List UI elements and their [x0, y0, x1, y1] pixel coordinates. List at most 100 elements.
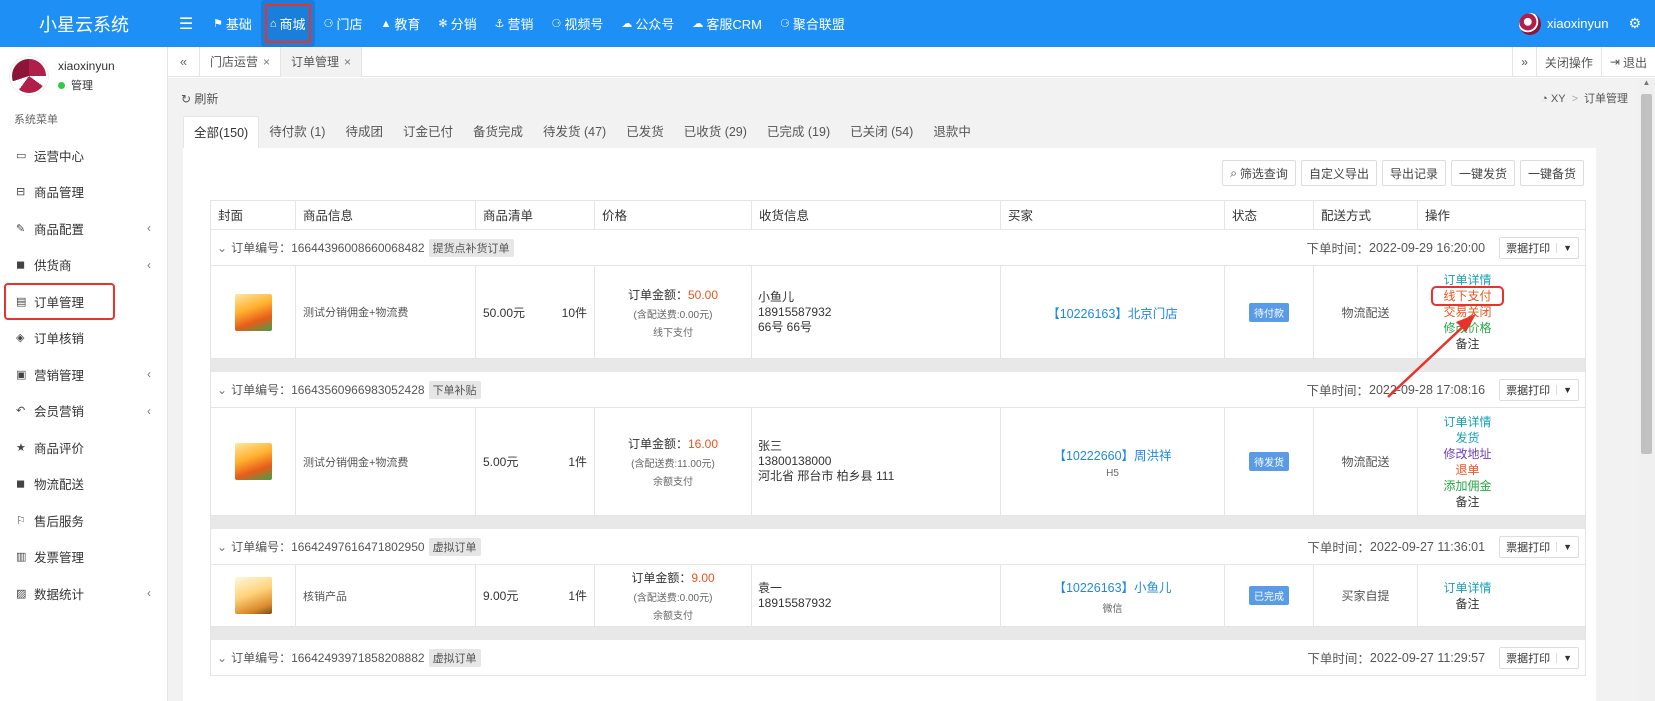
chevron-down-icon[interactable]: ⌄	[217, 540, 227, 554]
avatar[interactable]	[10, 57, 48, 95]
status-tab-4[interactable]: 备货完成	[463, 116, 533, 148]
topnav-item-4[interactable]: ✻ 分销	[429, 0, 485, 47]
topnav-item-5[interactable]: ⚓ 营销	[486, 0, 543, 47]
close-icon[interactable]: ×	[344, 55, 351, 69]
status-tab-6[interactable]: 已发货	[616, 116, 674, 148]
caret-down-icon[interactable]: ▼	[1556, 541, 1578, 552]
buyer-link[interactable]: 【10226163】小鱼儿	[1053, 577, 1171, 596]
status-tab-10[interactable]: 退款中	[923, 116, 981, 148]
topnav-item-6[interactable]: ⚆ 视频号	[542, 0, 612, 47]
sidebar-item-2[interactable]: ✎ 商品配置 ‹	[0, 210, 167, 247]
sidebar-item-0[interactable]: ▭ 运营中心	[0, 137, 167, 174]
op-link-5[interactable]: 备注	[1455, 494, 1479, 510]
op-link-2[interactable]: 修改地址	[1443, 446, 1491, 462]
sidebar-item-8[interactable]: ★ 商品评价	[0, 429, 167, 466]
product-thumbnail[interactable]	[234, 577, 272, 614]
print-button[interactable]: 票据打印 ▼	[1499, 646, 1579, 669]
status-tab-7[interactable]: 已收货 (29)	[674, 116, 757, 148]
status-tab-0[interactable]: 全部(150)	[183, 116, 260, 148]
print-button[interactable]: 票据打印 ▼	[1499, 378, 1579, 401]
toolbar-button-2[interactable]: 导出记录	[1381, 160, 1446, 186]
address-line: 18915587932	[758, 304, 832, 319]
column-header: 操作	[1425, 209, 1451, 223]
product-thumbnail[interactable]	[234, 443, 272, 480]
page-tab-0[interactable]: 门店运营 ×	[200, 46, 282, 77]
scrollbar-thumb[interactable]	[1641, 94, 1652, 454]
refresh-button[interactable]: ↻ 刷新	[181, 90, 218, 107]
profile-name: xiaoxinyun	[58, 59, 115, 73]
top-user-name[interactable]: xiaoxinyun	[1547, 16, 1608, 31]
sidebar-item-10[interactable]: ⚐ 售后服务	[0, 502, 167, 539]
close-ops-button[interactable]: 关闭操作	[1535, 47, 1601, 77]
op-link-1[interactable]: 备注	[1455, 596, 1479, 612]
op-link-3[interactable]: 修改价格	[1443, 320, 1491, 336]
sidebar-item-9[interactable]: ◼ 物流配送	[0, 466, 167, 503]
buyer-link[interactable]: 【10222660】周洪祥	[1053, 445, 1171, 464]
op-link-3[interactable]: 退单	[1455, 462, 1479, 478]
topnav-item-2[interactable]: ⚆ 门店	[315, 0, 372, 47]
sidebar-item-3[interactable]: ◼ 供货商 ‹	[0, 247, 167, 284]
chevron-down-icon[interactable]: ⌄	[217, 383, 227, 397]
order-number: ⌄ 订单编号： 16643560966983052428 下单补贴	[217, 380, 481, 399]
breadcrumb-root[interactable]: XY	[1551, 93, 1566, 105]
op-link-0[interactable]: 订单详情	[1443, 414, 1491, 430]
print-button[interactable]: 票据打印 ▼	[1499, 236, 1579, 259]
op-link-0[interactable]: 订单详情	[1443, 580, 1491, 596]
chevron-down-icon[interactable]: ⌄	[217, 241, 227, 255]
sidebar-item-4[interactable]: ▤ 订单管理	[4, 283, 115, 320]
menu-toggle-icon[interactable]: ☰	[168, 14, 204, 34]
topnav-item-7[interactable]: ☁ 公众号	[612, 0, 683, 47]
topnav-item-9[interactable]: ⚆ 聚合联盟	[771, 0, 854, 47]
order-number-value: 16642497616471802950	[291, 539, 425, 554]
chevron-down-icon[interactable]: ⌄	[217, 651, 227, 665]
status-tab-9[interactable]: 已关闭 (54)	[840, 116, 923, 148]
op-link-4[interactable]: 添加佣金	[1443, 478, 1491, 494]
topnav-item-0[interactable]: ⚑ 基础	[204, 0, 261, 47]
page-scrollbar[interactable]: ▲	[1638, 78, 1655, 701]
sidebar-item-11[interactable]: ▥ 发票管理	[0, 539, 167, 576]
sidebar-item-1[interactable]: ⊟ 商品管理	[0, 174, 167, 211]
toolbar-button-3[interactable]: 一键发货	[1450, 160, 1515, 186]
caret-down-icon[interactable]: ▼	[1556, 242, 1578, 253]
op-link-4[interactable]: 备注	[1455, 336, 1479, 352]
op-link-1[interactable]: 发货	[1455, 430, 1479, 446]
op-link-2[interactable]: 交易关闭	[1443, 304, 1491, 320]
caret-down-icon[interactable]: ▼	[1556, 384, 1578, 395]
tabs-prev-button[interactable]: «	[168, 46, 200, 77]
settings-gear-icon[interactable]: ⚙	[1628, 15, 1641, 32]
product-thumbnail[interactable]	[234, 293, 272, 331]
toolbar-button-1[interactable]: 自定义导出	[1300, 160, 1377, 186]
sidebar-item-12[interactable]: ▨ 数据统计 ‹	[0, 575, 167, 612]
status-tab-5[interactable]: 待发货 (47)	[533, 116, 616, 148]
op-link-1[interactable]: 线下支付	[1431, 286, 1504, 306]
scroll-up-icon[interactable]: ▲	[1638, 78, 1655, 92]
close-icon[interactable]: ×	[263, 55, 270, 69]
sidebar-item-5[interactable]: ◈ 订单核销	[0, 320, 167, 357]
product-name[interactable]: 测试分销佣金+物流费	[296, 266, 476, 358]
topnav-item-3[interactable]: ▲ 教育	[371, 0, 429, 47]
topnav-item-1[interactable]: ⌂ 商城	[260, 0, 315, 47]
product-name[interactable]: 核销产品	[296, 565, 476, 626]
order-header: ⌄ 订单编号： 16642493971858208882 虚拟订单 下单时间： 2022-…	[210, 640, 1586, 676]
tabs-next-button[interactable]: »	[1512, 47, 1536, 77]
order-status-tabs: 全部(150) 待付款 (1) 待成团 订金已付 备货完成 待发货 (47) 已发货 已收货 …	[183, 116, 981, 148]
caret-down-icon[interactable]: ▼	[1556, 652, 1578, 663]
user-avatar-small[interactable]	[1519, 12, 1541, 35]
print-button[interactable]: 票据打印 ▼	[1499, 535, 1579, 558]
sidebar-item-7[interactable]: ↶ 会员营销 ‹	[0, 393, 167, 430]
product-name[interactable]: 测试分销佣金+物流费	[296, 408, 476, 515]
topnav-item-8[interactable]: ☁ 客服CRM	[683, 0, 771, 47]
toolbar-button-0[interactable]: ⌕ 筛选查询	[1222, 160, 1296, 186]
op-link-0[interactable]: 订单详情	[1443, 272, 1491, 288]
logout-button[interactable]: ⇥ 退出	[1600, 47, 1655, 77]
buyer-link[interactable]: 【10226163】北京门店	[1047, 303, 1178, 322]
status-tab-2[interactable]: 待成团	[335, 116, 393, 148]
page-tab-1[interactable]: 订单管理 ×	[281, 46, 363, 77]
reply-icon: ↶	[16, 405, 26, 418]
status-tab-3[interactable]: 订金已付	[393, 116, 463, 148]
toolbar-button-4[interactable]: 一键备货	[1519, 160, 1584, 186]
sidebar-item-6[interactable]: ▣ 营销管理 ‹	[0, 356, 167, 393]
status-tab-1[interactable]: 待付款 (1)	[259, 116, 335, 148]
topnav-label: 教育	[394, 17, 421, 32]
status-tab-8[interactable]: 已完成 (19)	[757, 116, 840, 148]
